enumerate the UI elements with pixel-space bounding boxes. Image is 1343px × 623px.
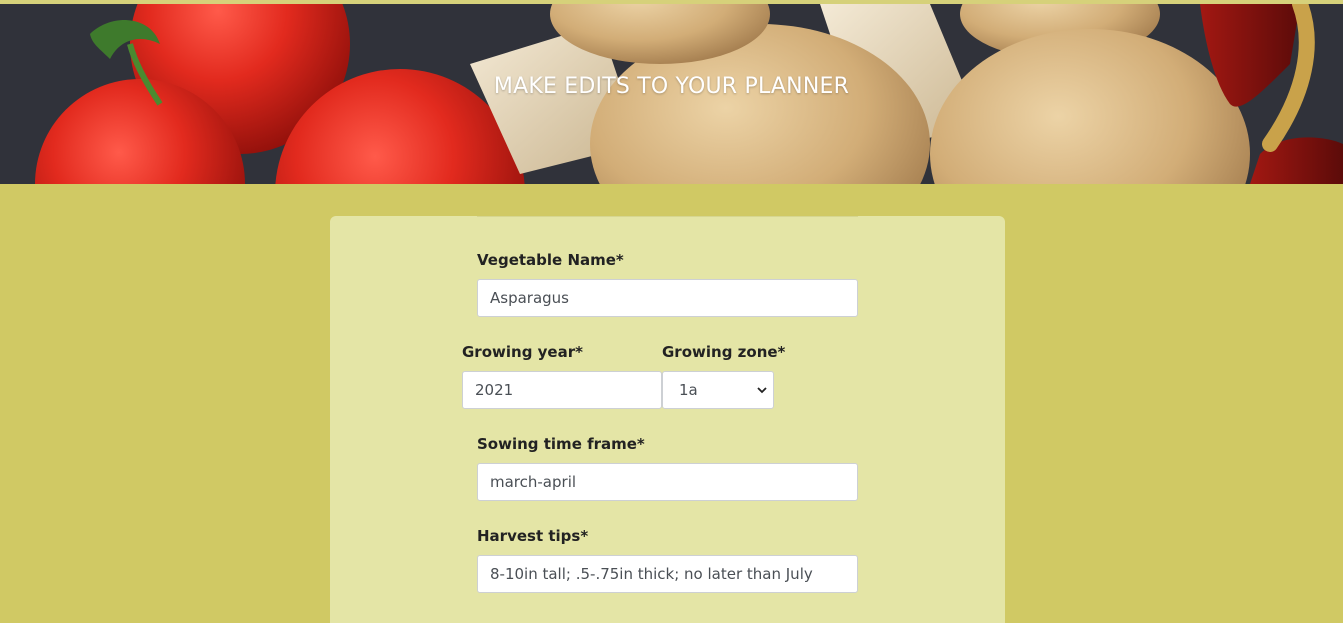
growing-zone-selected-value: 1a [679,381,698,399]
growing-year-label: Growing year* [462,343,583,361]
vegetable-name-input[interactable]: Asparagus [477,279,858,317]
hero-banner: MAKE EDITS TO YOUR PLANNER [0,4,1343,184]
chevron-down-icon [757,387,767,394]
harvest-tips-label: Harvest tips* [477,527,589,545]
sowing-time-frame-label: Sowing time frame* [477,435,645,453]
sowing-time-frame-input[interactable]: march-april [477,463,858,501]
growing-zone-select[interactable]: 1a [662,371,774,409]
harvest-tips-input[interactable]: 8-10in tall; .5-.75in thick; no later th… [477,555,858,593]
form-top-divider [477,216,858,217]
growing-year-input[interactable]: 2021 [462,371,662,409]
next-field-label-partial [477,614,597,623]
page-title: MAKE EDITS TO YOUR PLANNER [493,74,850,99]
vegetable-name-label: Vegetable Name* [477,251,624,269]
growing-zone-label: Growing zone* [662,343,786,361]
